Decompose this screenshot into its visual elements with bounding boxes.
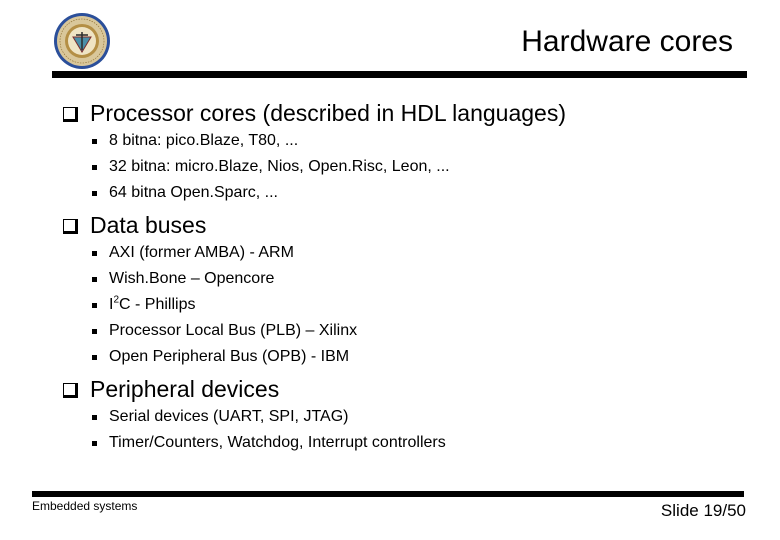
list-item: 32 bitna: micro.Blaze, Nios, Open.Risc, … xyxy=(63,154,566,180)
list-item: 64 bitna Open.Sparc, ... xyxy=(63,180,566,206)
section-data-buses: Data buses AXI (former AMBA) - ARM Wish.… xyxy=(63,210,357,370)
list-item-text: 32 bitna: micro.Blaze, Nios, Open.Risc, … xyxy=(109,158,450,175)
bullet-icon xyxy=(92,414,97,420)
section-heading: Peripheral devices xyxy=(63,374,446,404)
bullet-icon xyxy=(92,354,97,360)
list-item: Timer/Counters, Watchdog, Interrupt cont… xyxy=(63,430,446,456)
bullet-list: Serial devices (UART, SPI, JTAG) Timer/C… xyxy=(63,404,446,456)
slide-title: Hardware cores xyxy=(521,25,733,58)
bullet-icon xyxy=(92,440,97,446)
list-item-text: AXI (former AMBA) - ARM xyxy=(109,244,294,261)
list-item: Wish.Bone – Opencore xyxy=(63,266,357,292)
list-item: Open Peripheral Bus (OPB) - IBM xyxy=(63,344,357,370)
square-bullet-icon xyxy=(63,382,78,398)
bullet-list: 8 bitna: pico.Blaze, T80, ... 32 bitna: … xyxy=(63,128,566,206)
list-item-text: Wish.Bone – Opencore xyxy=(109,270,275,287)
list-item: Processor Local Bus (PLB) – Xilinx xyxy=(63,318,357,344)
section-label: Data buses xyxy=(90,212,207,238)
slide-number: Slide 19/50 xyxy=(660,501,746,520)
list-item: AXI (former AMBA) - ARM xyxy=(63,240,357,266)
section-heading: Processor cores (described in HDL langua… xyxy=(63,98,566,128)
list-item-text: 8 bitna: pico.Blaze, T80, ... xyxy=(109,132,299,149)
section-label: Processor cores (described in HDL langua… xyxy=(90,100,566,126)
bullet-icon xyxy=(92,190,97,196)
bullet-icon xyxy=(92,302,97,308)
list-item-text: Serial devices (UART, SPI, JTAG) xyxy=(109,408,349,425)
section-label: Peripheral devices xyxy=(90,376,280,402)
list-item-text-i2c: I2C - Phillips xyxy=(109,292,195,318)
university-seal-logo xyxy=(54,13,110,69)
footer-course-name: Embedded systems xyxy=(32,499,138,513)
section-heading: Data buses xyxy=(63,210,357,240)
list-item: 8 bitna: pico.Blaze, T80, ... xyxy=(63,128,566,154)
header-divider xyxy=(52,71,747,78)
bullet-icon xyxy=(92,164,97,170)
list-item-text: Open Peripheral Bus (OPB) - IBM xyxy=(109,348,350,365)
footer-divider xyxy=(32,491,744,497)
section-peripheral-devices: Peripheral devices Serial devices (UART,… xyxy=(63,374,446,456)
bullet-list: AXI (former AMBA) - ARM Wish.Bone – Open… xyxy=(63,240,357,370)
bullet-icon xyxy=(92,276,97,282)
list-item: I2C - Phillips xyxy=(63,292,357,318)
i2c-suffix: C - Phillips xyxy=(119,296,196,313)
square-bullet-icon xyxy=(63,218,78,234)
bullet-icon xyxy=(92,250,97,256)
section-processor-cores: Processor cores (described in HDL langua… xyxy=(63,98,566,206)
list-item: Serial devices (UART, SPI, JTAG) xyxy=(63,404,446,430)
square-bullet-icon xyxy=(63,106,78,122)
bullet-icon xyxy=(92,328,97,334)
list-item-text: Processor Local Bus (PLB) – Xilinx xyxy=(109,322,358,339)
bullet-icon xyxy=(92,138,97,144)
list-item-text: Timer/Counters, Watchdog, Interrupt cont… xyxy=(109,434,446,451)
list-item-text: 64 bitna Open.Sparc, ... xyxy=(109,184,278,201)
